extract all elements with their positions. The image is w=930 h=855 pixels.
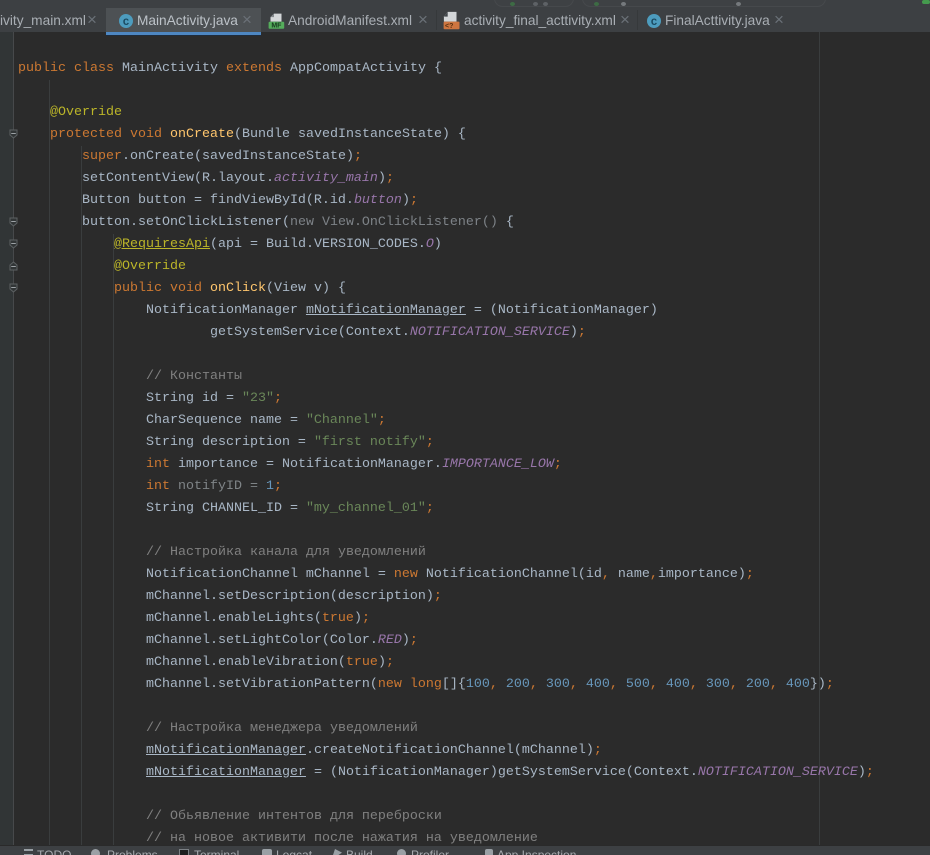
svg-text:<?: <? [445, 23, 453, 30]
svg-text:MF: MF [271, 23, 282, 30]
svg-text:C: C [651, 17, 658, 29]
svg-text:C: C [123, 17, 130, 29]
